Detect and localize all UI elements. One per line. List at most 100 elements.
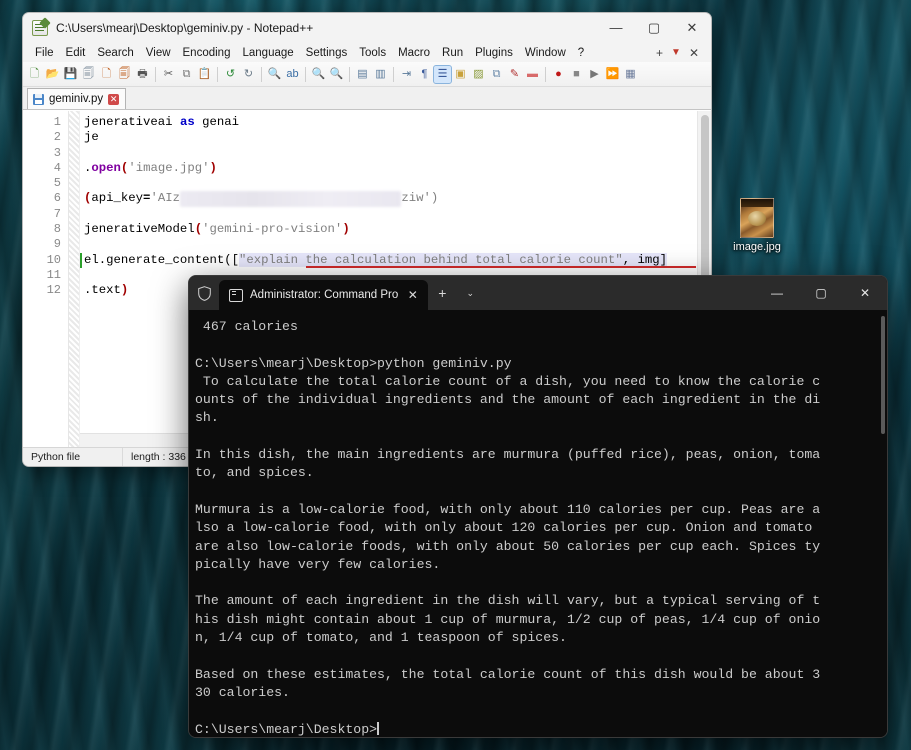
new-tab-icon[interactable]: + — [428, 276, 456, 310]
notepadpp-close-button[interactable]: ✕ — [673, 13, 711, 43]
cut-icon[interactable]: ✂ — [160, 66, 177, 83]
filter-icon[interactable]: ▼ — [671, 48, 681, 58]
terminal-close-button[interactable]: ✕ — [843, 276, 887, 310]
folder-as-workspace-icon[interactable]: ✎ — [506, 66, 523, 83]
notepadpp-minimize-button[interactable]: — — [597, 13, 635, 43]
print-icon[interactable]: 🖶 — [134, 66, 151, 83]
terminal-output-line: his dish might contain about 1 cup of mu… — [195, 611, 877, 629]
word-wrap-icon[interactable]: ⇥ — [398, 66, 415, 83]
notepadpp-menubar[interactable]: File Edit Search View Encoding Language … — [23, 43, 711, 62]
show-all-chars-icon[interactable]: ¶ — [416, 66, 433, 83]
notepadpp-toolbar[interactable]: 🗋📂💾🗐🗋🗐🖶✂⧉📋↺↻🔍ab🔍🔍▤▥⇥¶☰▣▨⧉✎▬●■▶⏩▦ — [23, 62, 711, 87]
indent-guide-icon-glyph: ☰ — [434, 66, 451, 83]
menu-tools[interactable]: Tools — [353, 46, 392, 60]
image-thumbnail-icon — [740, 198, 774, 238]
new-file-icon-glyph: 🗋 — [26, 66, 43, 83]
notepadpp-window-controls[interactable]: — ▢ ✕ — [597, 13, 711, 43]
monitoring-icon-glyph: ▬ — [524, 66, 541, 83]
redo-icon[interactable]: ↻ — [240, 66, 257, 83]
line-number: 4 — [23, 161, 68, 176]
code-line-6-api-key-prefix: 'AIz — [150, 191, 180, 205]
notepadpp-titlebar[interactable]: C:\Users\mearj\Desktop\geminiv.py - Note… — [23, 13, 711, 43]
desktop-icon-image-jpg[interactable]: image.jpg — [724, 198, 790, 254]
menu-settings[interactable]: Settings — [300, 46, 354, 60]
chevron-down-icon[interactable]: ⌄ — [456, 276, 484, 310]
notepadpp-maximize-button[interactable]: ▢ — [635, 13, 673, 43]
terminal-tab-close-icon[interactable]: ✕ — [405, 288, 420, 302]
function-list-icon[interactable]: ⧉ — [488, 66, 505, 83]
menu-help[interactable]: ? — [572, 46, 590, 60]
terminal-scrollbar-thumb[interactable] — [881, 316, 885, 434]
code-line-6-param: api_key — [91, 191, 143, 205]
command-prompt-icon — [229, 289, 243, 302]
toolbar-separator — [217, 67, 218, 82]
menu-language[interactable]: Language — [236, 46, 299, 60]
stop-macro-icon-glyph: ■ — [568, 66, 585, 83]
document-map-icon[interactable]: ▨ — [470, 66, 487, 83]
code-line-4-function: open — [91, 161, 121, 175]
user-defined-dialog-icon-glyph: ▣ — [452, 66, 469, 83]
sync-horizontal-icon[interactable]: ▥ — [372, 66, 389, 83]
save-all-icon[interactable]: 🗐 — [80, 66, 97, 83]
terminal-prompt-line[interactable]: C:\Users\mearj\Desktop> — [195, 721, 877, 737]
paste-icon[interactable]: 📋 — [196, 66, 213, 83]
terminal-window-controls[interactable]: — ▢ ✕ — [755, 276, 887, 310]
save-disk-icon — [33, 94, 44, 105]
line-number: 6 — [23, 191, 68, 206]
terminal-maximize-button[interactable]: ▢ — [799, 276, 843, 310]
monitoring-icon[interactable]: ▬ — [524, 66, 541, 83]
fast-play-macro-icon[interactable]: ⏩ — [604, 66, 621, 83]
menu-encoding[interactable]: Encoding — [177, 46, 237, 60]
close-file-icon[interactable]: 🗋 — [98, 66, 115, 83]
menu-edit[interactable]: Edit — [60, 46, 92, 60]
code-folding-margin[interactable] — [69, 111, 80, 447]
line-number: 7 — [23, 207, 68, 222]
menu-run[interactable]: Run — [436, 46, 469, 60]
menubar-right-tools[interactable]: + ▼ ✕ — [656, 47, 705, 59]
indent-guide-icon[interactable]: ☰ — [434, 66, 451, 83]
add-tab-icon[interactable]: + — [656, 47, 663, 59]
zoom-in-icon[interactable]: 🔍 — [310, 66, 327, 83]
save-all-icon-glyph: 🗐 — [80, 66, 97, 83]
open-file-icon[interactable]: 📂 — [44, 66, 61, 83]
find-icon[interactable]: 🔍 — [266, 66, 283, 83]
terminal-prompt-text: C:\Users\mearj\Desktop> — [195, 722, 377, 737]
notepadpp-tabbar[interactable]: geminiv.py ✕ — [23, 87, 711, 110]
terminal-tab-administrator-command-prompt[interactable]: Administrator: Command Pro ✕ — [219, 280, 428, 310]
user-defined-dialog-icon[interactable]: ▣ — [452, 66, 469, 83]
terminal-minimize-button[interactable]: — — [755, 276, 799, 310]
copy-icon[interactable]: ⧉ — [178, 66, 195, 83]
save-macro-icon[interactable]: ▦ — [622, 66, 639, 83]
editor-tab-close-icon[interactable]: ✕ — [108, 94, 119, 105]
terminal-output-line: Based on these estimates, the total calo… — [195, 666, 877, 684]
close-document-icon[interactable]: ✕ — [689, 47, 699, 59]
menu-search[interactable]: Search — [91, 46, 139, 60]
menu-view[interactable]: View — [140, 46, 177, 60]
stop-macro-icon[interactable]: ■ — [568, 66, 585, 83]
menu-file[interactable]: File — [29, 46, 60, 60]
terminal-blank-line — [195, 574, 877, 592]
terminal-output-area[interactable]: 467 calories C:\Users\mearj\Desktop>pyth… — [189, 310, 887, 737]
replace-icon[interactable]: ab — [284, 66, 301, 83]
menu-window[interactable]: Window — [519, 46, 572, 60]
line-number: 2 — [23, 130, 68, 145]
save-icon[interactable]: 💾 — [62, 66, 79, 83]
close-all-icon[interactable]: 🗐 — [116, 66, 133, 83]
show-all-chars-icon-glyph: ¶ — [416, 66, 433, 83]
code-line-4-close-paren: ) — [210, 161, 217, 175]
code-line-10-tail: , img] — [623, 253, 667, 267]
sync-vertical-icon[interactable]: ▤ — [354, 66, 371, 83]
code-line-1: jenerativeai as genai — [84, 115, 697, 130]
editor-tab-geminiv-py[interactable]: geminiv.py ✕ — [27, 88, 126, 109]
windows-terminal-window[interactable]: Administrator: Command Pro ✕ + ⌄ — ▢ ✕ 4… — [188, 275, 888, 738]
line-number: 12 — [23, 283, 68, 298]
terminal-titlebar[interactable]: Administrator: Command Pro ✕ + ⌄ — ▢ ✕ — [189, 276, 887, 310]
undo-icon[interactable]: ↺ — [222, 66, 239, 83]
new-file-icon[interactable]: 🗋 — [26, 66, 43, 83]
code-line-1-keyword: as — [180, 115, 195, 129]
menu-macro[interactable]: Macro — [392, 46, 436, 60]
record-macro-icon[interactable]: ● — [550, 66, 567, 83]
menu-plugins[interactable]: Plugins — [469, 46, 519, 60]
zoom-out-icon[interactable]: 🔍 — [328, 66, 345, 83]
play-macro-icon[interactable]: ▶ — [586, 66, 603, 83]
